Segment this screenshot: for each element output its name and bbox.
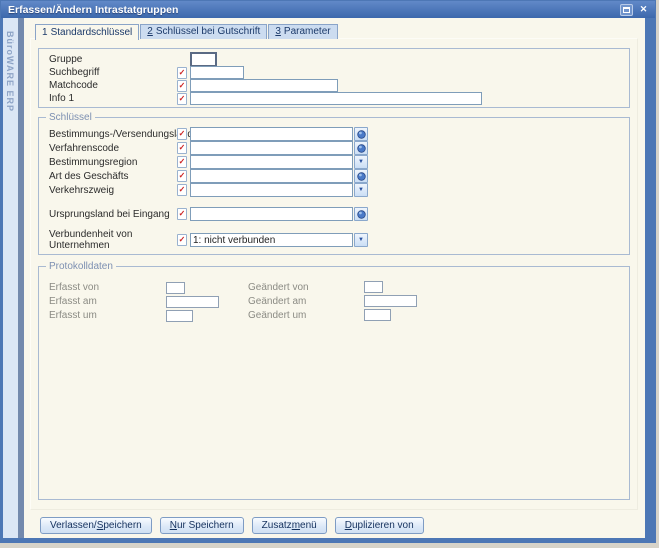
verbundenheit-label: Verbundenheit von Unternehmen — [49, 229, 177, 251]
chevron-down-icon: ▼ — [358, 187, 364, 193]
zusatzmenue-button[interactable]: Zusatzmenü — [252, 517, 327, 534]
field-note-check-icon[interactable]: ✓ — [177, 128, 187, 140]
erfasst-um-input[interactable] — [166, 310, 193, 322]
field-row: Verkehrszweig ✓ ▼ — [49, 183, 629, 197]
art-des-geschaefts-lookup-button[interactable] — [354, 169, 368, 183]
verkehrszweig-dropdown-button[interactable]: ▼ — [354, 183, 368, 197]
field-note-check-icon[interactable]: ✓ — [177, 67, 187, 79]
restore-icon — [623, 7, 630, 13]
matchcode-input[interactable] — [190, 79, 338, 92]
erfasst-am-label: Erfasst am — [49, 296, 166, 307]
window-restore-button[interactable] — [620, 4, 633, 16]
suchbegriff-label: Suchbegriff — [49, 67, 177, 78]
action-button-row: Verlassen/Speichern Nur Speichern Zusatz… — [40, 517, 424, 534]
geaendert-am-label: Geändert am — [248, 296, 364, 307]
bestimmungsland-input[interactable] — [190, 127, 353, 141]
lookup-globe-icon — [357, 210, 366, 219]
field-row: Verbundenheit von Unternehmen ✓ ▼ — [49, 233, 629, 247]
window-title: Erfassen/Ändern Intrastatgruppen — [8, 4, 616, 16]
field-row: Suchbegriff ✓ — [49, 66, 629, 79]
nur-speichern-button[interactable]: Nur Speichern — [160, 517, 244, 534]
field-note-check-icon[interactable]: ✓ — [177, 208, 187, 220]
schluessel-legend: Schlüssel — [46, 112, 95, 123]
stammdaten-groupbox: Gruppe Suchbegriff ✓ Matchcode ✓ — [38, 48, 630, 108]
field-note-check-icon[interactable]: ✓ — [177, 184, 187, 196]
field-note-check-icon[interactable]: ✓ — [177, 93, 187, 105]
dialog-window: Erfassen/Ändern Intrastatgruppen ✕ BüroW… — [0, 0, 656, 543]
erfasst-um-label: Erfasst um — [49, 310, 166, 321]
geaendert-um-input[interactable] — [364, 309, 391, 321]
field-row: Erfasst um Geändert um — [49, 308, 629, 322]
field-note-check-icon[interactable]: ✓ — [177, 234, 187, 246]
geaendert-am-input[interactable] — [364, 295, 417, 307]
tab-page: Gruppe Suchbegriff ✓ Matchcode ✓ — [30, 38, 638, 510]
gruppe-label: Gruppe — [49, 54, 177, 65]
info1-label: Info 1 — [49, 93, 177, 104]
brand-strip: BüroWARE ERP — [3, 18, 18, 538]
verlassen-speichern-button[interactable]: Verlassen/Speichern — [40, 517, 152, 534]
bestimmungsland-label: Bestimmungs-/Versendungsland — [49, 129, 177, 140]
field-row: Art des Geschäfts ✓ — [49, 169, 629, 183]
chevron-down-icon: ▼ — [358, 159, 364, 165]
tab-schluessel-bei-gutschrift[interactable]: 2Schlüssel bei Gutschrift — [140, 24, 267, 39]
field-note-check-icon[interactable]: ✓ — [177, 80, 187, 92]
verfahrenscode-input[interactable] — [190, 141, 353, 155]
protokolldaten-legend: Protokolldaten — [46, 261, 116, 272]
art-des-geschaefts-label: Art des Geschäfts — [49, 171, 177, 182]
lookup-globe-icon — [357, 130, 366, 139]
suchbegriff-input[interactable] — [190, 66, 244, 79]
duplizieren-von-button[interactable]: Duplizieren von — [335, 517, 424, 534]
field-note-check-icon[interactable]: ✓ — [177, 170, 187, 182]
dialog-content: 1Standardschlüssel 2Schlüssel bei Gutsch… — [24, 18, 645, 538]
verbundenheit-dropdown-button[interactable]: ▼ — [354, 233, 368, 247]
verfahrenscode-label: Verfahrenscode — [49, 143, 177, 154]
verkehrszweig-label: Verkehrszweig — [49, 185, 177, 196]
field-row: Erfasst am Geändert am — [49, 294, 629, 308]
verfahrenscode-lookup-button[interactable] — [354, 141, 368, 155]
bestimmungsregion-label: Bestimmungsregion — [49, 157, 177, 168]
window-close-button[interactable]: ✕ — [637, 4, 650, 16]
ursprungsland-input[interactable] — [190, 207, 353, 221]
ursprungsland-lookup-button[interactable] — [354, 207, 368, 221]
field-note-check-icon[interactable]: ✓ — [177, 142, 187, 154]
bestimmungsregion-input[interactable] — [190, 155, 353, 169]
brand-vertical-label: BüroWARE ERP — [5, 31, 15, 112]
field-row: Bestimmungs-/Versendungsland ✓ — [49, 127, 629, 141]
field-row: Matchcode ✓ — [49, 79, 629, 92]
verkehrszweig-input[interactable] — [190, 183, 353, 197]
ursprungsland-label: Ursprungsland bei Eingang — [49, 209, 177, 220]
field-note-check-icon[interactable]: ✓ — [177, 156, 187, 168]
info1-input[interactable] — [190, 92, 482, 105]
gruppe-input[interactable] — [190, 52, 217, 67]
erfasst-von-label: Erfasst von — [49, 282, 166, 293]
geaendert-von-input[interactable] — [364, 281, 383, 293]
field-row: Erfasst von Geändert von — [49, 280, 629, 294]
tab-standardschluessel[interactable]: 1Standardschlüssel — [35, 24, 139, 40]
geaendert-von-label: Geändert von — [248, 282, 364, 293]
matchcode-label: Matchcode — [49, 80, 177, 91]
verbundenheit-select[interactable] — [190, 233, 353, 247]
close-icon: ✕ — [640, 4, 648, 15]
desktop-background: Erfassen/Ändern Intrastatgruppen ✕ BüroW… — [0, 0, 659, 548]
tab-parameter[interactable]: 3Parameter — [268, 24, 337, 39]
field-row: Info 1 ✓ — [49, 92, 629, 105]
title-bar: Erfassen/Ändern Intrastatgruppen ✕ — [1, 1, 655, 18]
protokolldaten-groupbox: Protokolldaten Erfasst von Geändert von … — [38, 266, 630, 500]
field-row: Bestimmungsregion ✓ ▼ — [49, 155, 629, 169]
schluessel-groupbox: Schlüssel Bestimmungs-/Versendungsland ✓… — [38, 117, 630, 255]
lookup-globe-icon — [357, 172, 366, 181]
field-row: Verfahrenscode ✓ — [49, 141, 629, 155]
lookup-globe-icon — [357, 144, 366, 153]
field-row: Ursprungsland bei Eingang ✓ — [49, 207, 629, 221]
tab-bar: 1Standardschlüssel 2Schlüssel bei Gutsch… — [35, 24, 339, 39]
bestimmungsland-lookup-button[interactable] — [354, 127, 368, 141]
chevron-down-icon: ▼ — [358, 237, 364, 243]
geaendert-um-label: Geändert um — [248, 310, 364, 321]
field-row: Gruppe — [49, 53, 629, 66]
bestimmungsregion-dropdown-button[interactable]: ▼ — [354, 155, 368, 169]
art-des-geschaefts-input[interactable] — [190, 169, 353, 183]
